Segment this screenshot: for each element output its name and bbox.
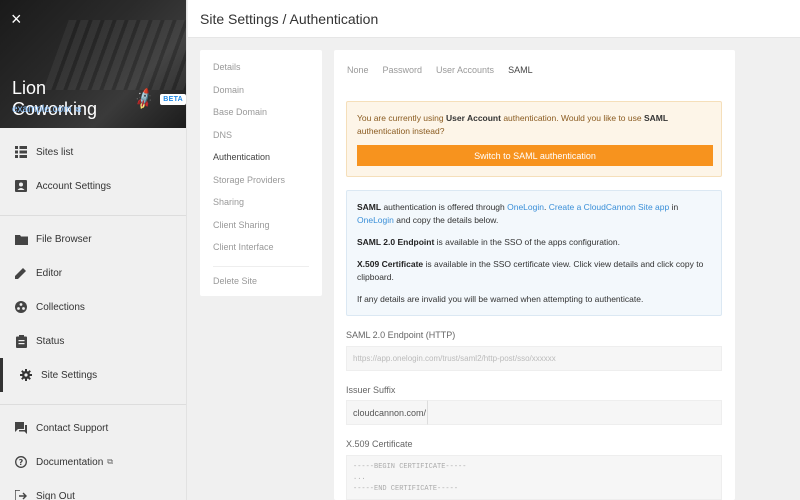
gear-icon bbox=[19, 368, 33, 382]
divider bbox=[0, 404, 186, 405]
endpoint-label: SAML 2.0 Endpoint (HTTP) bbox=[346, 330, 456, 340]
settings-menu-item-sharing[interactable]: Sharing bbox=[200, 191, 322, 214]
info-paragraph: SAML authentication is offered through O… bbox=[357, 202, 679, 225]
beta-badge: BETA bbox=[160, 93, 186, 105]
divider bbox=[0, 215, 186, 216]
site-url-text: example.com bbox=[12, 104, 72, 115]
settings-menu-item-domain[interactable]: Domain bbox=[200, 79, 322, 102]
sidebar-item-contact-support[interactable]: Contact Support bbox=[0, 411, 186, 445]
settings-menu-item-client-sharing[interactable]: Client Sharing bbox=[200, 214, 322, 237]
sidebar-item-label: Sign Out bbox=[36, 490, 75, 500]
grid-icon bbox=[14, 145, 28, 159]
sidebar: × Lion Coworking 🚀 BETA example.com ⧉ Sit… bbox=[0, 0, 187, 500]
switch-to-saml-button[interactable]: Switch to SAML authentication bbox=[357, 145, 713, 166]
tab-user-accounts[interactable]: User Accounts bbox=[436, 65, 494, 75]
certificate-textarea[interactable]: -----BEGIN CERTIFICATE----- ... -----END… bbox=[346, 455, 722, 500]
sidebar-item-label: Site Settings bbox=[41, 369, 98, 381]
pencil-icon bbox=[14, 266, 28, 280]
site-header: × Lion Coworking 🚀 BETA example.com ⧉ bbox=[0, 0, 186, 128]
sidebar-item-status[interactable]: Status bbox=[0, 324, 186, 358]
auth-tabs: None Password User Accounts SAML bbox=[334, 50, 735, 90]
authentication-panel: None Password User Accounts SAML You are… bbox=[334, 50, 735, 500]
delete-site-link[interactable]: Delete Site bbox=[200, 270, 322, 293]
signout-icon bbox=[14, 489, 28, 500]
switch-auth-notice: You are currently using User Account aut… bbox=[346, 101, 722, 177]
external-link-icon: ⧉ bbox=[107, 457, 113, 466]
page-title: Site Settings / Authentication bbox=[200, 10, 379, 27]
issuer-suffix-input[interactable] bbox=[428, 400, 722, 425]
clipboard-icon bbox=[14, 334, 28, 348]
sidebar-item-label: Account Settings bbox=[36, 180, 112, 192]
sidebar-item-label: File Browser bbox=[36, 233, 92, 245]
tab-password[interactable]: Password bbox=[383, 65, 423, 75]
endpoint-input[interactable]: https://app.onelogin.com/trust/saml2/htt… bbox=[346, 346, 722, 371]
settings-menu-item-details[interactable]: Details bbox=[200, 56, 322, 79]
sidebar-item-sites-list[interactable]: Sites list bbox=[0, 135, 186, 169]
settings-menu-item-authentication[interactable]: Authentication bbox=[200, 146, 322, 169]
settings-menu-item-client-interface[interactable]: Client Interface bbox=[200, 236, 322, 259]
onelogin-link[interactable]: OneLogin bbox=[507, 202, 544, 212]
sidebar-item-editor[interactable]: Editor bbox=[0, 256, 186, 290]
help-icon: ? bbox=[14, 455, 28, 469]
notice-text: You are currently using User Account aut… bbox=[357, 113, 669, 136]
close-icon[interactable]: × bbox=[11, 9, 31, 29]
issuer-prefix: cloudcannon.com/ bbox=[346, 400, 428, 425]
info-paragraph: X.509 Certificate is available in the SS… bbox=[357, 259, 704, 282]
sidebar-nav-help: Contact Support ? Documentation ⧉ Sign O… bbox=[0, 411, 186, 500]
tab-saml[interactable]: SAML bbox=[508, 65, 533, 75]
sidebar-item-collections[interactable]: Collections bbox=[0, 290, 186, 324]
sidebar-item-sign-out[interactable]: Sign Out bbox=[0, 479, 186, 500]
sidebar-item-label: Sites list bbox=[36, 146, 74, 158]
settings-menu-item-dns[interactable]: DNS bbox=[200, 124, 322, 147]
chat-icon bbox=[14, 421, 28, 435]
divider bbox=[213, 265, 309, 267]
sidebar-nav: Sites list Account Settings bbox=[0, 135, 186, 203]
issuer-suffix-field: cloudcannon.com/ bbox=[346, 400, 722, 425]
certificate-label: X.509 Certificate bbox=[346, 439, 413, 449]
sidebar-item-label: Collections bbox=[36, 301, 85, 313]
collections-icon bbox=[14, 300, 28, 314]
account-icon bbox=[14, 179, 28, 193]
sidebar-item-file-browser[interactable]: File Browser bbox=[0, 222, 186, 256]
create-site-app-link[interactable]: Create a CloudCannon Site app bbox=[549, 202, 670, 212]
settings-menu: Details Domain Base Domain DNS Authentic… bbox=[200, 50, 322, 296]
settings-menu-item-base-domain[interactable]: Base Domain bbox=[200, 101, 322, 124]
tab-none[interactable]: None bbox=[347, 65, 369, 75]
svg-text:?: ? bbox=[19, 458, 24, 467]
onelogin-link-2[interactable]: OneLogin bbox=[357, 215, 394, 225]
sidebar-item-account-settings[interactable]: Account Settings bbox=[0, 169, 186, 203]
external-link-icon: ⧉ bbox=[75, 105, 82, 114]
sidebar-item-site-settings[interactable]: Site Settings bbox=[0, 358, 186, 392]
sidebar-item-documentation[interactable]: ? Documentation ⧉ bbox=[0, 445, 186, 479]
site-url-link[interactable]: example.com ⧉ bbox=[12, 104, 81, 115]
settings-menu-item-storage-providers[interactable]: Storage Providers bbox=[200, 169, 322, 192]
sidebar-item-label: Editor bbox=[36, 267, 63, 279]
sidebar-item-label: Contact Support bbox=[36, 422, 109, 434]
rocket-icon: 🚀 bbox=[131, 87, 157, 112]
issuer-suffix-label: Issuer Suffix bbox=[346, 385, 396, 395]
sidebar-item-label: Status bbox=[36, 335, 65, 347]
sidebar-item-label: Documentation bbox=[36, 456, 104, 468]
saml-info-box: SAML authentication is offered through O… bbox=[346, 190, 722, 316]
info-paragraph: If any details are invalid you will be w… bbox=[357, 294, 644, 304]
info-paragraph: SAML 2.0 Endpoint is available in the SS… bbox=[357, 237, 620, 247]
page-header: Site Settings / Authentication bbox=[188, 0, 800, 38]
sidebar-nav-site: File Browser Editor Collections Status S… bbox=[0, 222, 186, 392]
folder-icon bbox=[14, 232, 28, 246]
